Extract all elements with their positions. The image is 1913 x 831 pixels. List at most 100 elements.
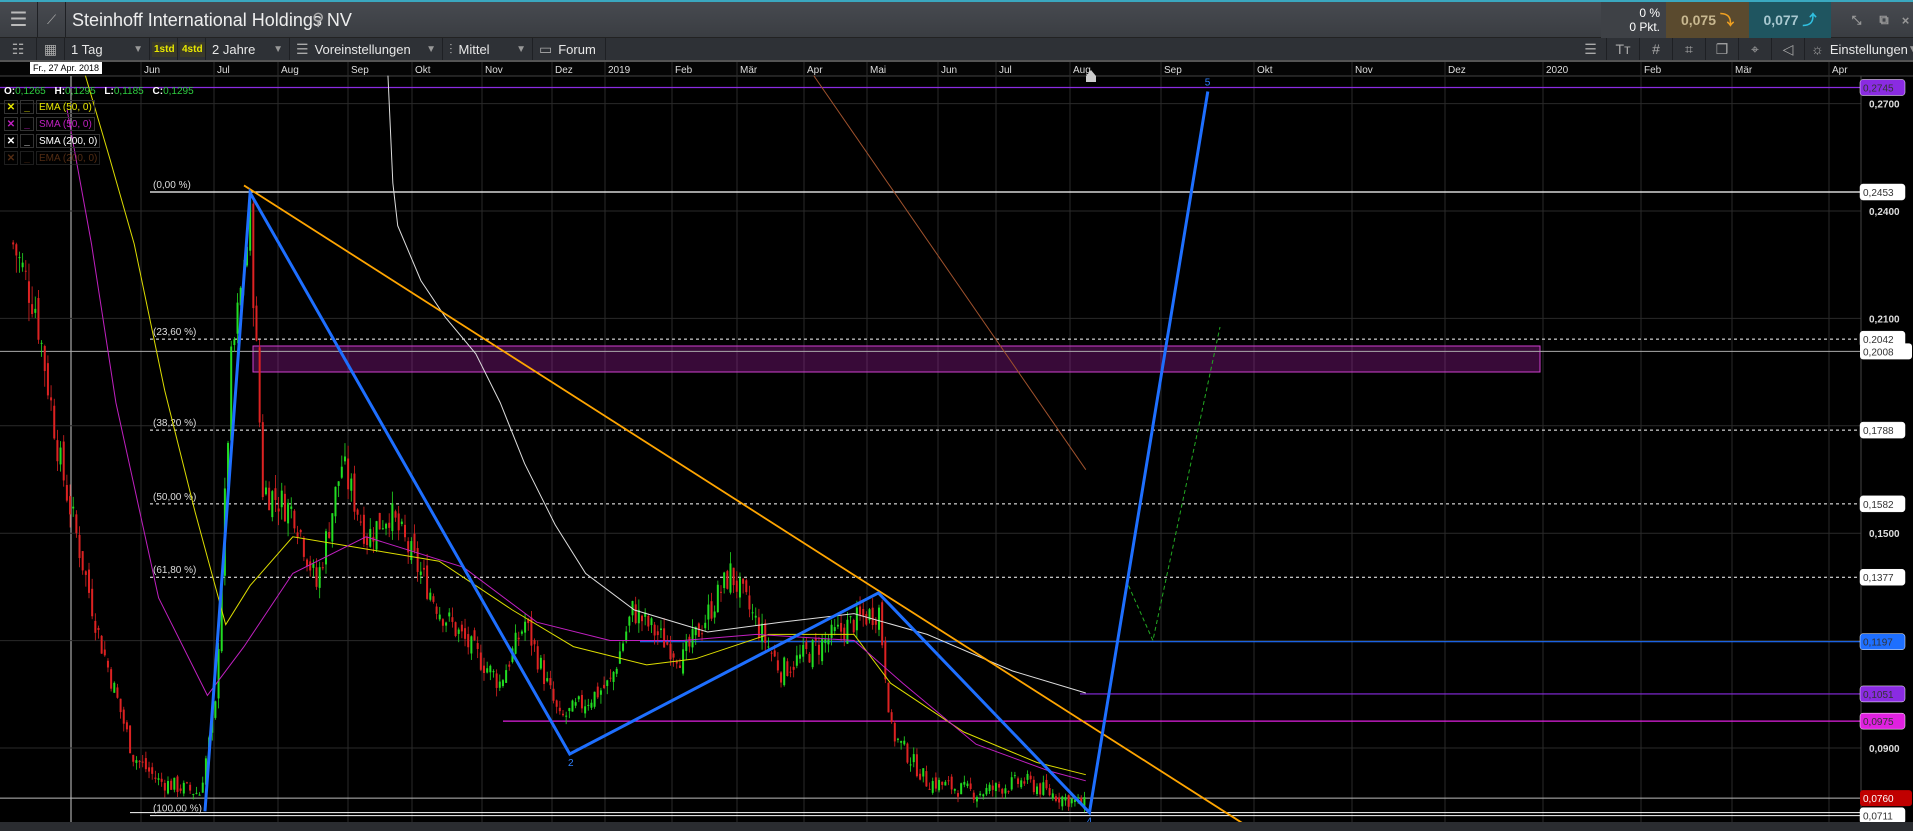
candle-body — [716, 584, 719, 613]
candle-body — [770, 652, 773, 654]
month-label: 2019 — [608, 65, 631, 76]
candle-body — [799, 654, 801, 659]
horizontal-scrollbar[interactable] — [0, 822, 1913, 831]
candle-body — [615, 668, 618, 674]
candle-body — [18, 257, 21, 259]
candle-body — [306, 559, 309, 567]
candle-body — [467, 634, 470, 648]
candle-body — [577, 696, 580, 700]
settings-button[interactable]: ☼ Einstellungen ▼ — [1805, 38, 1913, 60]
candle-body — [960, 783, 963, 795]
indicator-item[interactable]: ✕ _ SMA (200, 0) — [4, 134, 194, 148]
presets-select[interactable]: ☰ Voreinstellungen ▼ — [290, 38, 443, 60]
search-icon[interactable]: ⚲ — [312, 10, 324, 30]
candle-body — [574, 702, 577, 706]
price-scale-icon[interactable]: ☰ — [1575, 38, 1607, 60]
candle-body — [1045, 779, 1048, 789]
candle-body — [492, 671, 495, 673]
candle-body — [422, 567, 425, 570]
crosshair-icon[interactable]: ⌖ — [1739, 38, 1772, 60]
month-label: Apr — [807, 65, 823, 76]
month-label: Jun — [144, 65, 160, 76]
candle-body — [903, 740, 906, 745]
fib-price-tag: 0,1377 — [1863, 573, 1894, 584]
grid-icon[interactable]: # — [1640, 38, 1673, 60]
candle-body — [1051, 793, 1054, 799]
4std-button[interactable]: 4std — [178, 38, 206, 60]
candle-body — [925, 771, 928, 787]
draw-grid-icon[interactable]: ⌗ — [1673, 38, 1706, 60]
indicator-item[interactable]: ✕ _ SMA (50, 0) — [4, 117, 194, 131]
tag-icon[interactable]: ◁ — [1772, 38, 1805, 60]
popout-icon[interactable]: ⧉ — [1870, 2, 1898, 38]
candle-body — [792, 666, 795, 670]
candle-body — [776, 660, 779, 671]
candle-body — [1032, 779, 1035, 793]
sell-button[interactable]: 0,075 ⤵ — [1666, 2, 1749, 38]
remove-indicator-icon[interactable]: ✕ — [4, 151, 18, 165]
minimize-icon[interactable]: ⤡ — [1843, 2, 1870, 38]
interval-select[interactable]: 1 Tag ▼ — [65, 38, 150, 60]
1std-label: 1std — [152, 41, 177, 57]
close-icon[interactable]: × — [1898, 2, 1913, 38]
line-price-tag: 0,2008 — [1863, 347, 1894, 358]
candle-body — [536, 646, 539, 670]
candle-body — [546, 678, 549, 682]
candle-body — [189, 784, 192, 791]
candle-body — [268, 487, 271, 511]
candle-body — [754, 615, 757, 618]
forum-button[interactable]: ▭ Forum — [533, 38, 606, 60]
layers-icon[interactable]: ❐ — [1706, 38, 1739, 60]
list-icon[interactable]: ☷ — [0, 38, 37, 60]
indicator-item[interactable]: ✕ _ EMA (200, 0) — [4, 151, 194, 165]
candle-body — [571, 700, 574, 712]
candle-body — [713, 611, 716, 618]
candle-body — [470, 636, 473, 654]
line-style-icon[interactable]: _ — [20, 151, 34, 165]
text-size-icon[interactable]: Tт — [1607, 38, 1640, 60]
candle-body — [735, 580, 738, 592]
line-style-icon[interactable]: _ — [20, 134, 34, 148]
month-label: Apr — [1832, 65, 1848, 76]
line-style-icon[interactable]: _ — [20, 117, 34, 131]
candle-body — [1001, 788, 1004, 794]
candle-body — [729, 563, 732, 593]
chart-style-label: Mittel — [458, 41, 490, 57]
candle-body — [931, 781, 934, 793]
candle-body — [824, 639, 827, 644]
remove-indicator-icon[interactable]: ✕ — [4, 117, 18, 131]
candle-body — [947, 780, 950, 782]
candle-body — [625, 631, 628, 642]
candle-body — [498, 681, 501, 688]
candle-body — [366, 536, 369, 546]
menu-icon[interactable]: ☰ — [0, 2, 38, 37]
price-chart[interactable]: Jun Jul Aug Sep Okt Nov Dez 2019 Feb Mär Apr Mai Jun… — [0, 62, 1913, 831]
buy-button[interactable]: 0,077 ⤴ — [1749, 2, 1831, 38]
candle-body — [802, 644, 805, 657]
chart-style-select[interactable]: ⫶ Mittel ▼ — [443, 38, 533, 60]
layout-icon[interactable]: ▦ — [37, 38, 65, 60]
candle-body — [451, 617, 454, 622]
high-label: H: — [54, 86, 66, 97]
remove-indicator-icon[interactable]: ✕ — [4, 100, 18, 114]
1std-button[interactable]: 1std — [150, 38, 178, 60]
candle-body — [773, 650, 776, 657]
candle-body — [359, 521, 362, 523]
chart-type-icon[interactable]: ⟋ — [38, 2, 66, 37]
candle-body — [909, 764, 912, 766]
chevron-down-icon: ▼ — [133, 43, 143, 55]
candle-body — [1026, 773, 1029, 780]
candle-body — [539, 657, 542, 669]
candle-body — [704, 622, 707, 629]
candle-body — [78, 534, 81, 559]
candle-body — [122, 709, 125, 724]
candle-body — [167, 781, 169, 794]
candle-body — [388, 522, 391, 528]
candle-body — [290, 506, 293, 509]
candle-body — [464, 628, 467, 639]
line-style-icon[interactable]: _ — [20, 100, 34, 114]
candle-body — [56, 440, 59, 462]
remove-indicator-icon[interactable]: ✕ — [4, 134, 18, 148]
indicator-item[interactable]: ✕ _ EMA (50, 0) — [4, 100, 194, 114]
range-select[interactable]: 2 Jahre ▼ — [206, 38, 290, 60]
